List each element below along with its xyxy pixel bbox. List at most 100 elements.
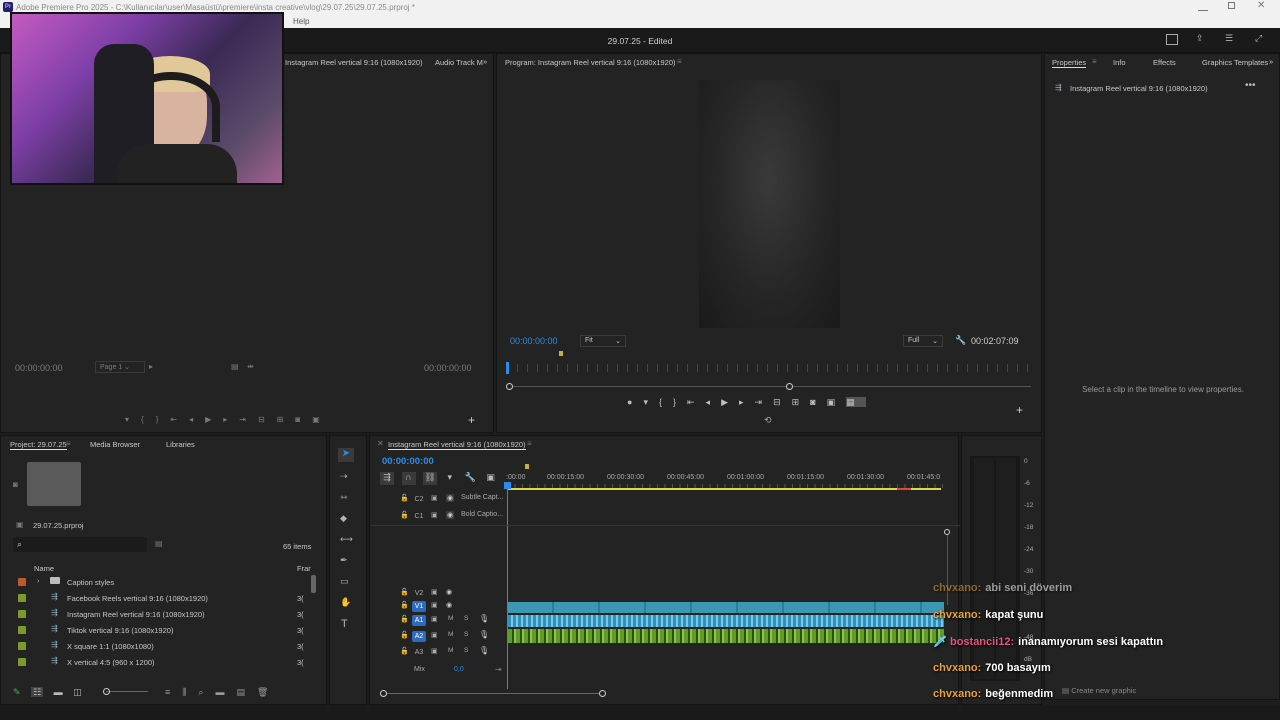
program-add-button-icon[interactable]: + [1016, 403, 1023, 417]
mix-go-to-end-icon[interactable]: ⇥ [495, 665, 502, 674]
share-icon[interactable]: ⇪ [1196, 33, 1204, 44]
button-editor-icon[interactable]: ▣ [312, 415, 332, 424]
linked-selection-icon[interactable]: ⛓ [423, 472, 438, 485]
zoom-slider[interactable] [106, 691, 148, 692]
track-id[interactable]: C1 [412, 511, 426, 522]
project-menu-icon[interactable]: ≡ [66, 439, 71, 448]
project-list-item[interactable]: ⇶ X square 1:1 (1080x1080) 3( [11, 639, 311, 655]
comparison-view-icon[interactable]: ▣ [827, 397, 847, 407]
minimize-icon[interactable] [1198, 3, 1208, 11]
fullscreen-icon[interactable]: ⤢ [1255, 33, 1262, 44]
automate-icon[interactable]: ⫼ [182, 687, 198, 697]
microphone-icon[interactable]: 🎙 [479, 630, 489, 639]
settings-icon[interactable]: ▤ [231, 362, 239, 371]
fit-select[interactable]: Fit ⌄ [580, 335, 626, 347]
track-eye-icon[interactable]: ◉ [446, 588, 452, 596]
timeline-hscroll-left[interactable] [380, 690, 387, 697]
icon-view-icon[interactable]: ▬ [54, 687, 63, 697]
razor-tool-icon[interactable]: ◆ [340, 513, 347, 524]
track-lock-icon[interactable]: 🔓 [400, 588, 409, 596]
properties-options-icon[interactable]: ••• [1245, 80, 1256, 91]
program-menu-icon[interactable]: ≡ [677, 57, 682, 66]
quality-select[interactable]: Full ⌄ [903, 335, 943, 347]
export-frame-icon[interactable]: ◙ [810, 397, 826, 407]
track-divider[interactable] [370, 525, 960, 526]
sync-lock-icon[interactable]: ▣ [431, 511, 438, 519]
add-marker-icon[interactable]: ▾ [125, 415, 141, 424]
timeline-playhead[interactable] [507, 484, 508, 689]
track-id[interactable]: A3 [412, 647, 426, 658]
caption-visibility-icon[interactable]: ◉ [446, 511, 455, 519]
new-item-icon[interactable]: ▤ [236, 687, 257, 697]
snap-icon[interactable]: ∩ [401, 472, 416, 485]
selection-tool-icon[interactable]: ➤ [338, 448, 354, 462]
sync-lock-icon[interactable]: ▣ [431, 615, 438, 623]
more-tabs-icon[interactable]: » [483, 57, 487, 66]
find-icon[interactable]: ⌕ [198, 687, 215, 697]
timeline-menu-icon[interactable]: ≡ [527, 439, 532, 448]
go-to-in-icon[interactable]: ⇤ [170, 415, 189, 424]
track-lock-icon[interactable]: 🔓 [400, 511, 409, 519]
label-color-swatch[interactable] [18, 642, 26, 650]
track-id[interactable]: A2 [412, 631, 426, 642]
step-back-icon[interactable]: ◂ [706, 397, 722, 407]
pen-tool-icon[interactable]: ✒ [340, 555, 348, 566]
column-frame-header[interactable]: Frar [297, 564, 311, 573]
track-id[interactable]: V1 [412, 601, 426, 612]
new-bin-from-search-icon[interactable]: ▤ [155, 539, 163, 548]
tab-info[interactable]: Info [1113, 58, 1126, 67]
freeform-view-icon[interactable]: ◫ [73, 687, 82, 697]
wrench-icon[interactable]: 🔧 [955, 335, 966, 346]
rectangle-tool-icon[interactable]: ▭ [340, 576, 349, 587]
solo-button[interactable]: S [464, 631, 468, 638]
properties-menu-icon[interactable]: ≡ [1092, 57, 1097, 66]
add-button-icon[interactable]: + [468, 413, 475, 427]
track-id[interactable]: C2 [412, 494, 426, 505]
program-zoom-bar[interactable] [509, 386, 1031, 387]
project-list-item[interactable]: ⇶ X vertical 4:5 (960 x 1200) 3( [11, 655, 311, 671]
project-list-item[interactable]: ⇶ Tiktok vertical 9:16 (1080x1920) 3( [11, 623, 311, 639]
tab-graphics-templates[interactable]: Graphics Templates [1202, 58, 1268, 67]
timeline-close-icon[interactable]: ✕ [377, 439, 384, 448]
timeline-settings-icon[interactable]: 🔧 [465, 472, 476, 482]
tab-properties[interactable]: Properties [1052, 58, 1087, 68]
a2-audio-clip[interactable] [508, 629, 944, 643]
mute-button[interactable]: M [448, 631, 453, 638]
program-timecode[interactable]: 00:00:00:00 [510, 336, 558, 346]
program-zoom-handle-left[interactable] [506, 383, 513, 390]
tab-audio-track-mixer[interactable]: Audio Track M [435, 58, 483, 67]
mark-in-icon[interactable]: { [141, 415, 156, 424]
play-button[interactable]: ▶ [721, 397, 739, 407]
write-on-icon[interactable]: ✎ [13, 687, 21, 697]
zoom-slider-handle[interactable] [103, 688, 110, 695]
quick-export-icon[interactable] [1166, 34, 1178, 45]
ripple-edit-tool-icon[interactable]: ⇿ [340, 492, 348, 503]
label-color-swatch[interactable] [18, 626, 26, 634]
microphone-icon[interactable]: 🎙 [479, 614, 489, 623]
label-color-swatch[interactable] [18, 578, 26, 586]
track-select-tool-icon[interactable]: ⇢ [340, 471, 348, 482]
microphone-icon[interactable]: 🎙 [479, 646, 489, 655]
play-icon[interactable]: ▶ [205, 415, 223, 424]
new-bin-icon[interactable]: ▬ [215, 687, 236, 697]
timeline-hscroll-track[interactable] [384, 693, 604, 694]
solo-button[interactable]: S [464, 647, 468, 654]
label-color-swatch[interactable] [18, 658, 26, 666]
next-page-icon[interactable]: ▸ [149, 362, 153, 371]
track-lock-icon[interactable]: 🔓 [400, 631, 409, 639]
insert-sequence-icon[interactable]: ⇶ [380, 472, 394, 485]
tab-media-browser[interactable]: Media Browser [90, 440, 140, 449]
sort-icon[interactable]: ≡ [165, 687, 182, 697]
camera-icon[interactable]: ◙ [295, 415, 312, 424]
step-back-icon[interactable]: ◂ [189, 415, 205, 424]
menu-help[interactable]: Help [293, 17, 309, 26]
sync-lock-icon[interactable]: ▣ [431, 494, 438, 502]
tab-effects[interactable]: Effects [1153, 58, 1176, 67]
go-to-out-icon[interactable]: ⇥ [755, 397, 774, 407]
source-timecode-left[interactable]: 00:00:00:00 [15, 363, 63, 373]
mark-in-icon[interactable]: { [659, 397, 673, 407]
step-forward-icon[interactable]: ▸ [739, 397, 755, 407]
track-lock-icon[interactable]: 🔓 [400, 494, 409, 502]
type-tool-icon[interactable]: T [341, 618, 348, 630]
mute-button[interactable]: M [448, 647, 453, 654]
